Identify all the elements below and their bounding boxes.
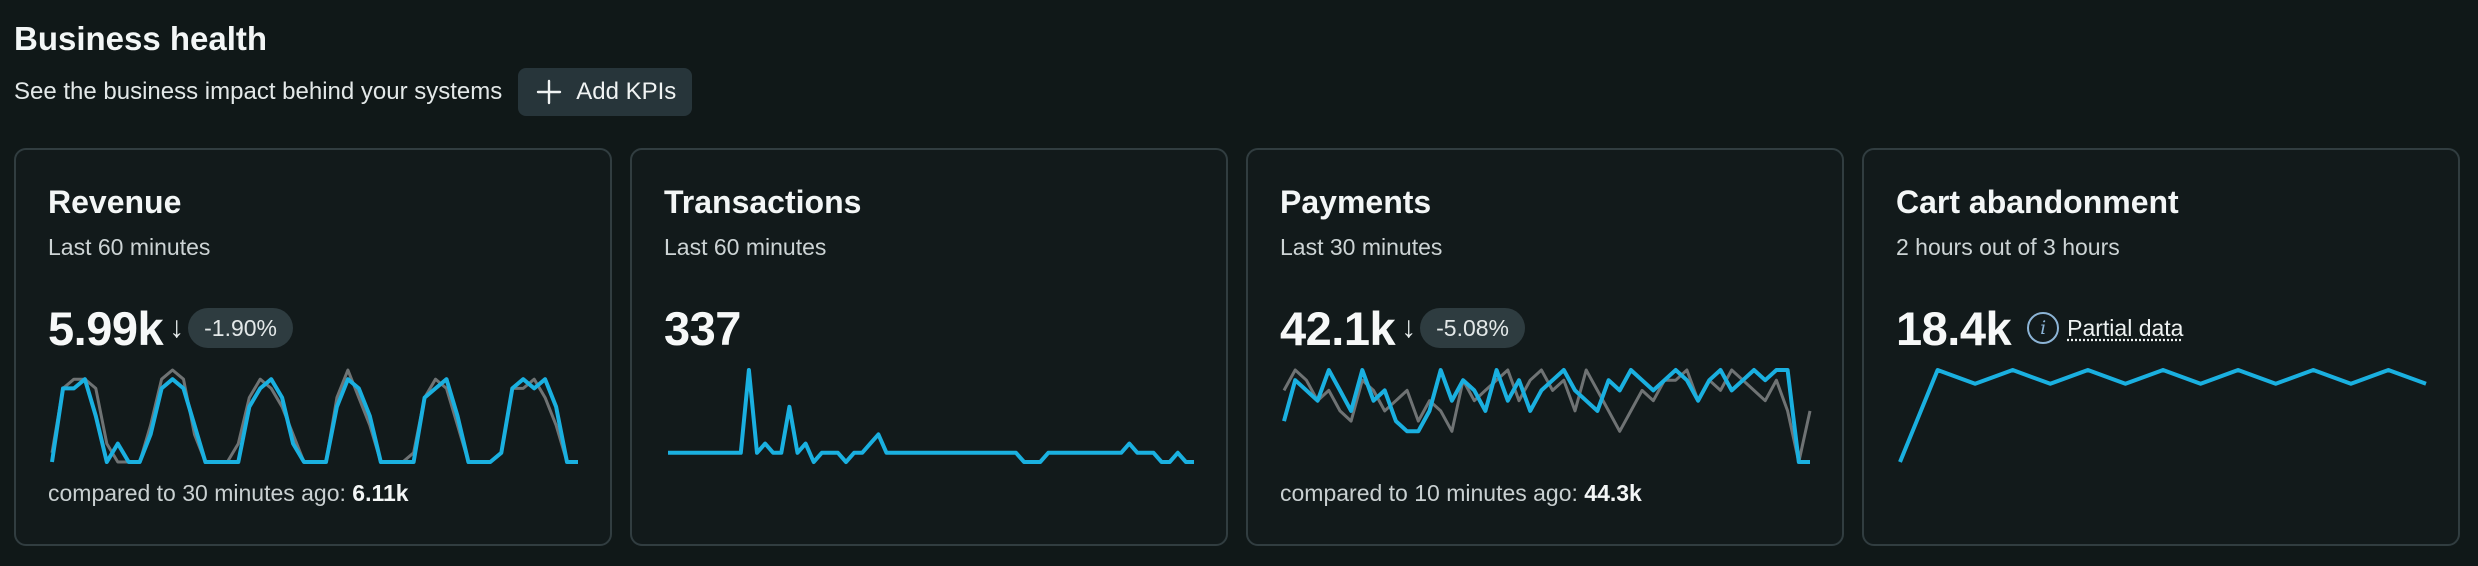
subtitle-row: See the business impact behind your syst… — [14, 68, 693, 116]
card-period: Last 60 minutes — [664, 234, 827, 260]
card-period: Last 30 minutes — [1280, 234, 1443, 260]
current-period-line — [50, 377, 578, 464]
value-row: 18.4k i Partial data — [1896, 300, 2183, 356]
card-title: Payments — [1280, 184, 1432, 220]
arrow-down-icon: ↓ — [1401, 311, 1417, 344]
current-period-line — [668, 368, 1194, 464]
kpi-card-payments[interactable]: Payments Last 30 minutes 42.1k ↓ -5.08% … — [1246, 148, 1844, 546]
arrow-down-icon: ↓ — [169, 311, 185, 344]
value-row: 337 — [664, 300, 741, 356]
delta-badge: -1.90% — [188, 308, 293, 348]
value-row: 42.1k ↓ -5.08% — [1280, 300, 1525, 356]
sparkline-transactions — [668, 368, 1194, 464]
card-period: 2 hours out of 3 hours — [1896, 234, 2120, 260]
sparkline-cart-abandonment — [1898, 368, 2427, 463]
delta-badge: -5.08% — [1420, 308, 1525, 348]
add-kpis-button[interactable]: Add KPIs — [518, 68, 693, 116]
value-row: 5.99k ↓ -1.90% — [48, 300, 293, 356]
add-kpis-label: Add KPIs — [576, 78, 677, 105]
card-title: Cart abandonment — [1896, 184, 2179, 220]
plus-icon — [536, 79, 562, 105]
kpi-value: 18.4k — [1896, 301, 2012, 355]
current-period-line — [1282, 368, 1810, 464]
partial-data-indicator[interactable]: i Partial data — [2027, 312, 2183, 344]
page-subtitle: See the business impact behind your syst… — [14, 78, 503, 105]
card-title: Transactions — [664, 184, 862, 220]
partial-data-link[interactable]: Partial data — [2067, 315, 2183, 342]
comparison-text: compared to 30 minutes ago: 6.11k — [48, 480, 409, 507]
kpi-value: 337 — [664, 301, 741, 355]
comparison-label: compared to 30 minutes ago: — [48, 480, 346, 506]
sparkline-revenue — [50, 368, 578, 464]
sparkline-payments — [1282, 368, 1812, 464]
page-title: Business health — [14, 20, 268, 57]
kpi-value: 5.99k — [48, 301, 164, 355]
kpi-card-revenue[interactable]: Revenue Last 60 minutes 5.99k ↓ -1.90% c… — [14, 148, 612, 546]
info-icon: i — [2027, 312, 2060, 344]
comparison-label: compared to 10 minutes ago: — [1280, 480, 1578, 506]
kpi-card-transactions[interactable]: Transactions Last 60 minutes 337 — [630, 148, 1228, 546]
comparison-value: 6.11k — [352, 480, 409, 506]
previous-period-line — [50, 368, 578, 464]
current-period-line — [1898, 368, 2427, 463]
card-period: Last 60 minutes — [48, 234, 211, 260]
comparison-text: compared to 10 minutes ago: 44.3k — [1280, 480, 1642, 507]
kpi-card-cart-abandonment[interactable]: Cart abandonment 2 hours out of 3 hours … — [1862, 148, 2460, 546]
card-title: Revenue — [48, 184, 182, 220]
comparison-value: 44.3k — [1584, 480, 1642, 506]
kpi-value: 42.1k — [1280, 301, 1396, 355]
